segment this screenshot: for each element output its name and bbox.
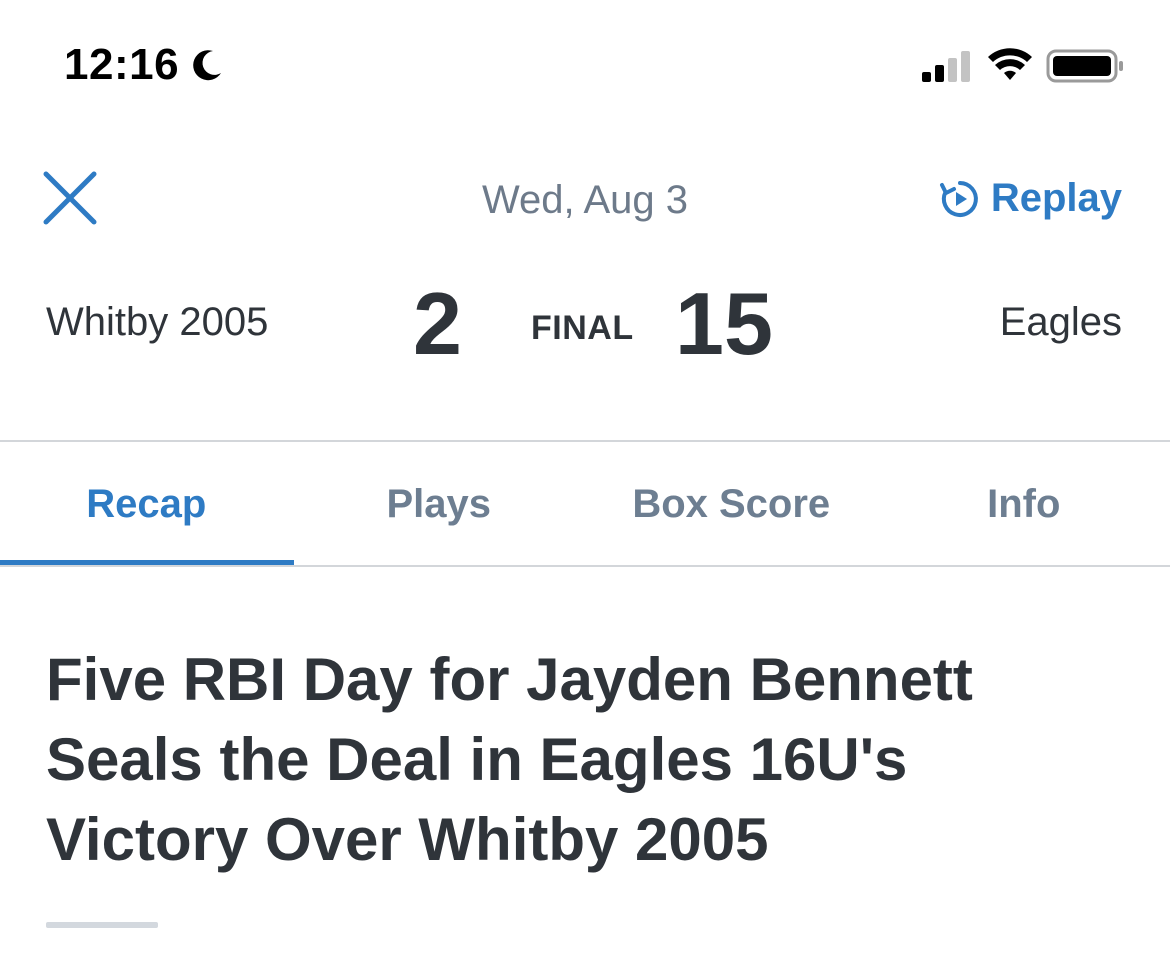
tab-bar: Recap Plays Box Score Info bbox=[0, 442, 1170, 566]
headline-underline bbox=[46, 922, 158, 928]
replay-button[interactable]: Replay bbox=[939, 176, 1122, 221]
tab-recap[interactable]: Recap bbox=[0, 442, 293, 566]
moon-icon bbox=[187, 45, 227, 85]
status-bar: 12:16 bbox=[0, 0, 1170, 130]
replay-label: Replay bbox=[990, 176, 1122, 220]
status-time: 12:16 bbox=[64, 40, 227, 90]
home-score: 15 bbox=[675, 274, 773, 373]
tab-label: Recap bbox=[86, 481, 207, 526]
tab-info[interactable]: Info bbox=[878, 442, 1170, 566]
tab-label: Plays bbox=[386, 481, 492, 526]
tab-label: Box Score bbox=[632, 481, 831, 526]
game-status: FINAL bbox=[531, 309, 634, 347]
home-team-name: Eagles bbox=[999, 300, 1122, 344]
away-team-name: Whitby 2005 bbox=[46, 300, 269, 344]
signal-icon bbox=[920, 50, 976, 89]
tab-box-score[interactable]: Box Score bbox=[585, 442, 878, 566]
tab-plays[interactable]: Plays bbox=[293, 442, 586, 566]
battery-icon bbox=[1046, 48, 1126, 89]
replay-icon bbox=[939, 178, 981, 220]
divider bbox=[0, 565, 1170, 567]
article-headline: Five RBI Day for Jayden Bennett Seals th… bbox=[46, 646, 973, 873]
tab-label: Info bbox=[987, 481, 1061, 526]
clock-text: 12:16 bbox=[64, 40, 180, 89]
wifi-icon bbox=[986, 46, 1034, 89]
away-score: 2 bbox=[413, 274, 462, 373]
